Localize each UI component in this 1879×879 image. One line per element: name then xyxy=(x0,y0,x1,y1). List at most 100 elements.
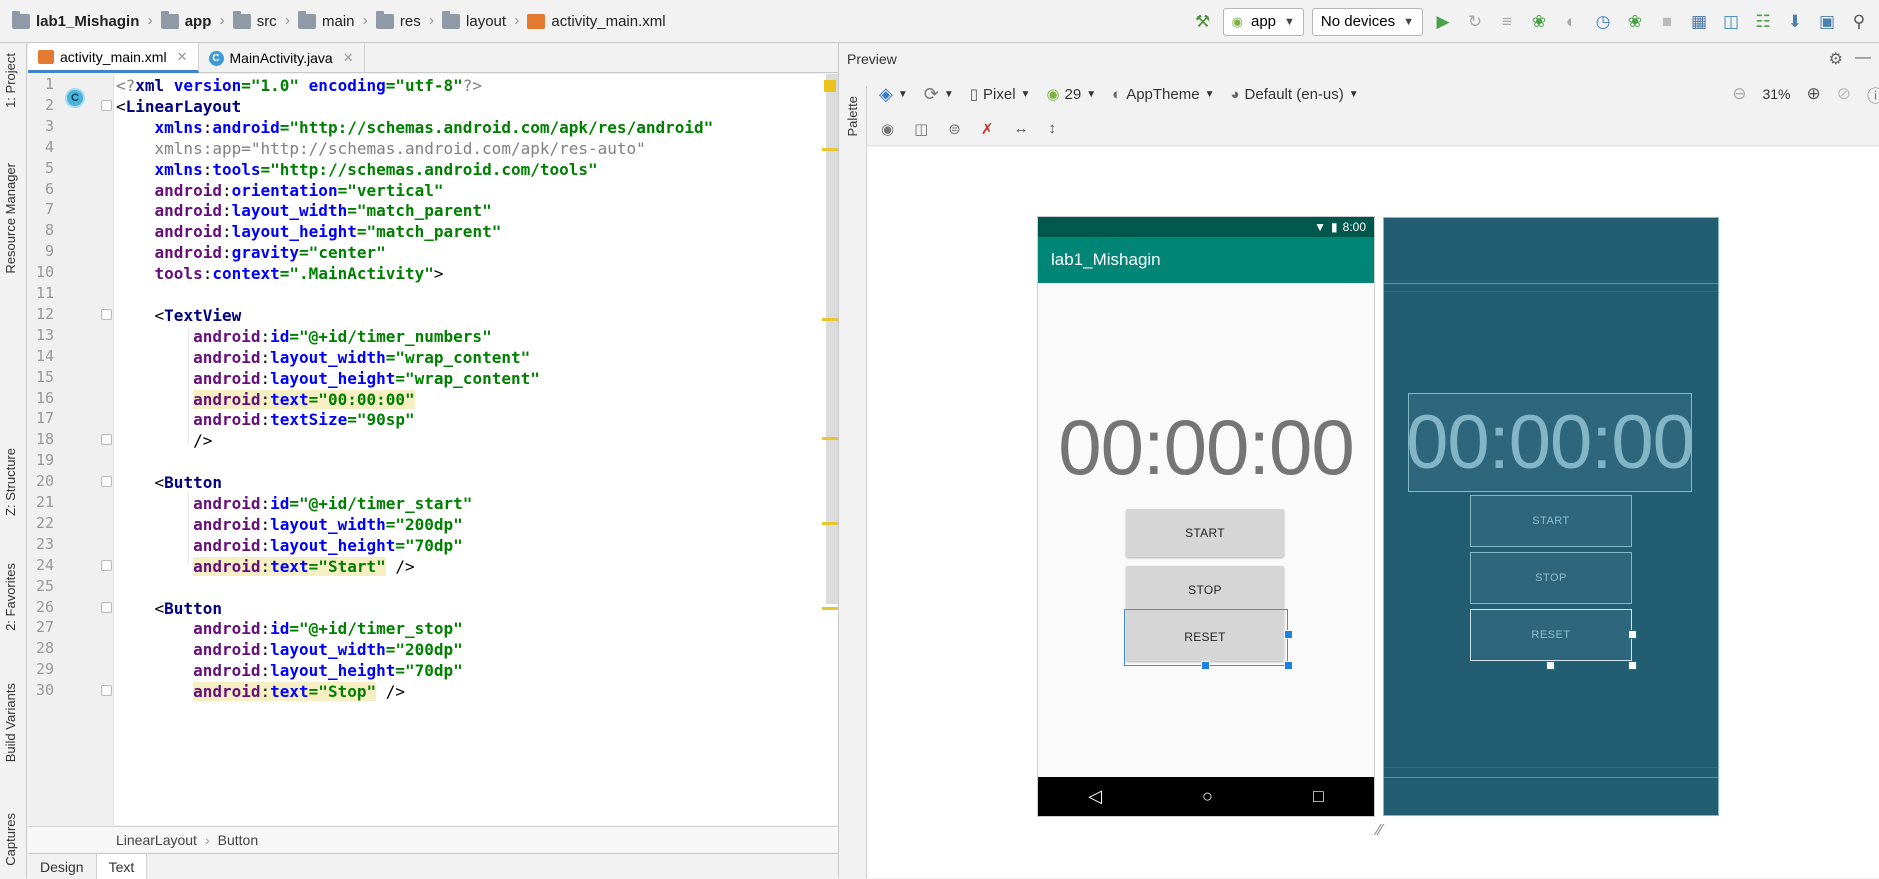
breadcrumb-item[interactable]: res xyxy=(375,10,421,30)
layout-inspector-icon[interactable]: ▣ xyxy=(1815,10,1839,34)
resize-handle[interactable] xyxy=(1628,661,1637,670)
fold-marker-icon[interactable] xyxy=(101,685,112,697)
breadcrumb-linearlayout[interactable]: LinearLayout xyxy=(116,832,197,848)
captures-tool-tab[interactable]: Captures xyxy=(3,813,18,866)
debug-icon[interactable]: ❀ xyxy=(1527,10,1551,34)
breadcrumb-button[interactable]: Button xyxy=(218,832,258,848)
make-project-icon[interactable]: ⚒ xyxy=(1191,10,1215,34)
tab-label: MainActivity.java xyxy=(229,50,333,66)
build-variants-tool-tab[interactable]: Build Variants xyxy=(3,683,18,762)
fold-marker-icon[interactable] xyxy=(101,434,112,446)
device-label: No devices xyxy=(1320,13,1396,30)
breadcrumb-item[interactable]: src xyxy=(232,10,277,30)
app-title: lab1_Mishagin xyxy=(1051,250,1161,269)
stop-icon[interactable]: ■ xyxy=(1655,10,1679,34)
locale-select[interactable]: ◕ Default (en-us) ▼ xyxy=(1230,86,1358,103)
zoom-in-icon[interactable]: ⊕ xyxy=(1807,84,1821,104)
clear-constraints-icon[interactable]: ✗ xyxy=(981,120,994,138)
zoom-out-icon[interactable]: ⊖ xyxy=(1732,84,1746,104)
run-config-select[interactable]: ◉ app ▼ xyxy=(1222,7,1304,36)
code-line[interactable]: android:text="Start" /> xyxy=(116,554,415,579)
gear-icon[interactable]: ⚙ xyxy=(1829,49,1843,69)
fold-marker-icon[interactable] xyxy=(101,601,112,613)
class-gutter-icon[interactable]: C xyxy=(65,88,85,108)
line-number: 11 xyxy=(35,284,54,302)
resource-manager-tool-tab[interactable]: Resource Manager xyxy=(3,163,18,274)
search-icon[interactable]: ⚲ xyxy=(1847,10,1871,34)
blueprint-start-button[interactable]: START xyxy=(1470,495,1632,547)
tab-text[interactable]: Text xyxy=(96,854,148,879)
resize-handle[interactable] xyxy=(1546,661,1555,670)
resize-handle[interactable] xyxy=(1284,630,1293,639)
code-line[interactable]: android:text="Stop" /> xyxy=(116,679,405,704)
blueprint-preview[interactable]: 00:00:00 START STOP RESET xyxy=(1383,217,1719,816)
tab-mainactivity-java[interactable]: C MainActivity.java ✕ xyxy=(199,43,365,73)
line-number: 16 xyxy=(35,388,54,407)
resize-handle[interactable] xyxy=(1284,661,1293,670)
eye-icon[interactable]: ◉ xyxy=(881,120,894,138)
line-number: 5 xyxy=(44,158,54,177)
avd-manager-icon[interactable]: ☷ xyxy=(1751,10,1775,34)
breadcrumb-item[interactable]: main xyxy=(298,10,355,30)
code-editor[interactable]: C 1 2 3 4 5 6 7 8 9 10 11 12 13 14 15 16 17 18 19 20 21 22 23 2… xyxy=(28,74,838,825)
breadcrumb-item[interactable]: layout xyxy=(442,10,506,30)
line-number: 13 xyxy=(35,325,54,344)
blueprint-reset-button[interactable]: RESET xyxy=(1470,609,1632,661)
expand-vertical-icon[interactable]: ↕ xyxy=(1048,120,1056,137)
timer-numbers-textview[interactable]: 00:00:00 xyxy=(1038,402,1374,493)
tab-activity-main-xml[interactable]: activity_main.xml ✕ xyxy=(28,43,199,73)
expand-horizontal-icon[interactable]: ↔ xyxy=(1013,120,1028,137)
attach-process-icon[interactable]: ❀ xyxy=(1623,10,1647,34)
warning-indicator-icon[interactable] xyxy=(824,80,836,92)
autoconnect-icon[interactable]: ⊜ xyxy=(948,120,961,138)
canvas-resize-handle-icon[interactable]: ∕∕ xyxy=(1377,822,1382,840)
code-line[interactable]: tools:context=".MainActivity"> xyxy=(116,261,444,286)
breadcrumb-item[interactable]: lab1_Mishagin xyxy=(12,10,139,30)
line-number: 8 xyxy=(44,221,54,240)
blueprint-stop-button[interactable]: STOP xyxy=(1470,552,1632,604)
warning-icon[interactable]: ⓘ xyxy=(1867,82,1879,107)
timer-stop-button[interactable]: STOP xyxy=(1126,566,1284,614)
structure-tool-tab[interactable]: Z: Structure xyxy=(3,448,18,516)
app-bar: lab1_Mishagin xyxy=(1038,237,1374,283)
design-preview-phone[interactable]: ▼ ▮ 8:00 lab1_Mishagin 00:00:00 START ST… xyxy=(1038,217,1374,816)
project-tool-tab[interactable]: 1: Project xyxy=(3,53,18,108)
layers-icon: ◈ xyxy=(879,83,893,104)
close-icon[interactable]: ✕ xyxy=(177,49,188,65)
breadcrumb-item[interactable]: app xyxy=(160,10,211,30)
run-icon[interactable]: ▶ xyxy=(1431,10,1455,34)
selection-outline xyxy=(1124,609,1288,666)
preview-secondary-toolbar: ◉ ◫ ⊜ ✗ ↔ ↕ xyxy=(867,112,1879,146)
chevron-right-icon: › xyxy=(147,12,153,29)
guidelines-icon[interactable]: ◫ xyxy=(914,120,928,138)
breadcrumb-item[interactable]: activity_main.xml xyxy=(527,13,666,30)
sync-gradle-icon[interactable]: ◫ xyxy=(1719,10,1743,34)
fold-marker-icon[interactable] xyxy=(101,476,112,488)
apply-changes-icon[interactable]: ↻ xyxy=(1463,10,1487,34)
favorites-tool-tab[interactable]: 2: Favorites xyxy=(3,563,18,631)
theme-select[interactable]: ◐ AppTheme ▼ xyxy=(1112,86,1214,103)
theme-icon: ◐ xyxy=(1112,85,1122,103)
orientation-select[interactable]: ⟳ ▼ xyxy=(924,84,954,105)
hide-icon[interactable]: — xyxy=(1855,49,1871,67)
timer-start-button[interactable]: START xyxy=(1126,509,1284,557)
close-icon[interactable]: ✕ xyxy=(343,50,354,66)
resize-handle[interactable] xyxy=(1201,661,1210,670)
apply-code-changes-icon[interactable]: ≡ xyxy=(1495,10,1519,34)
api-level-select[interactable]: ◉ 29 ▼ xyxy=(1046,85,1096,104)
device-select[interactable]: No devices ▼ xyxy=(1311,7,1423,36)
fold-marker-icon[interactable] xyxy=(101,559,112,571)
fold-marker-icon[interactable] xyxy=(101,308,112,320)
resize-handle[interactable] xyxy=(1628,630,1637,639)
sdk-manager-icon[interactable]: ⬇ xyxy=(1783,10,1807,34)
design-surface-select[interactable]: ◈ ▼ xyxy=(879,84,908,105)
project-structure-icon[interactable]: ▦ xyxy=(1687,10,1711,34)
fold-marker-icon[interactable] xyxy=(101,99,112,111)
code-line[interactable]: /> xyxy=(116,428,212,453)
attach-debugger-icon[interactable]: ◐ xyxy=(1559,10,1583,34)
tab-design[interactable]: Design xyxy=(28,854,97,879)
palette-tool-tab[interactable]: Palette xyxy=(845,96,860,136)
zoom-fit-icon[interactable]: ⊘ xyxy=(1837,84,1851,104)
device-preview-select[interactable]: ▯ Pixel ▼ xyxy=(970,85,1031,104)
profile-icon[interactable]: ◷ xyxy=(1591,10,1615,34)
